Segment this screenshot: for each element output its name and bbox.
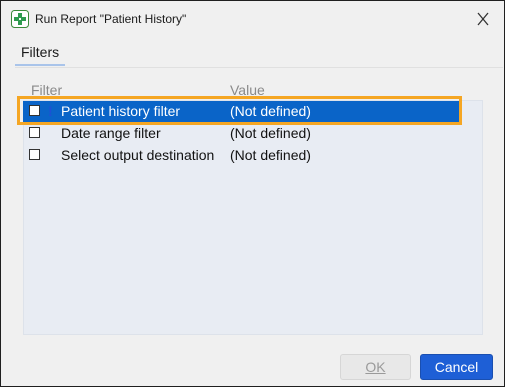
window-title: Run Report "Patient History" [35, 12, 187, 26]
filter-value[interactable]: (Not defined) [230, 147, 311, 163]
filter-name: Select output destination [61, 147, 215, 163]
row-checkbox[interactable] [29, 127, 40, 138]
ok-button[interactable]: OK [340, 354, 411, 380]
filter-row-date-range[interactable]: Date range filter (Not defined) [23, 123, 460, 144]
cancel-button[interactable]: Cancel [420, 354, 493, 380]
filter-row-output-destination[interactable]: Select output destination (Not defined) [23, 145, 460, 166]
title-bar[interactable]: Run Report "Patient History" [1, 1, 504, 37]
tab-divider [15, 67, 503, 68]
highlight-outline [17, 96, 462, 125]
tab-filters[interactable]: Filters [15, 44, 66, 66]
dialog-window: Run Report "Patient History" Filters Fil… [0, 0, 505, 387]
row-checkbox[interactable] [29, 149, 40, 160]
close-icon[interactable] [469, 7, 497, 31]
ok-button-label: OK [365, 359, 386, 375]
cancel-button-label: Cancel [434, 359, 479, 375]
filter-value[interactable]: (Not defined) [230, 125, 311, 141]
app-icon [11, 10, 29, 28]
filter-name: Date range filter [61, 125, 161, 141]
